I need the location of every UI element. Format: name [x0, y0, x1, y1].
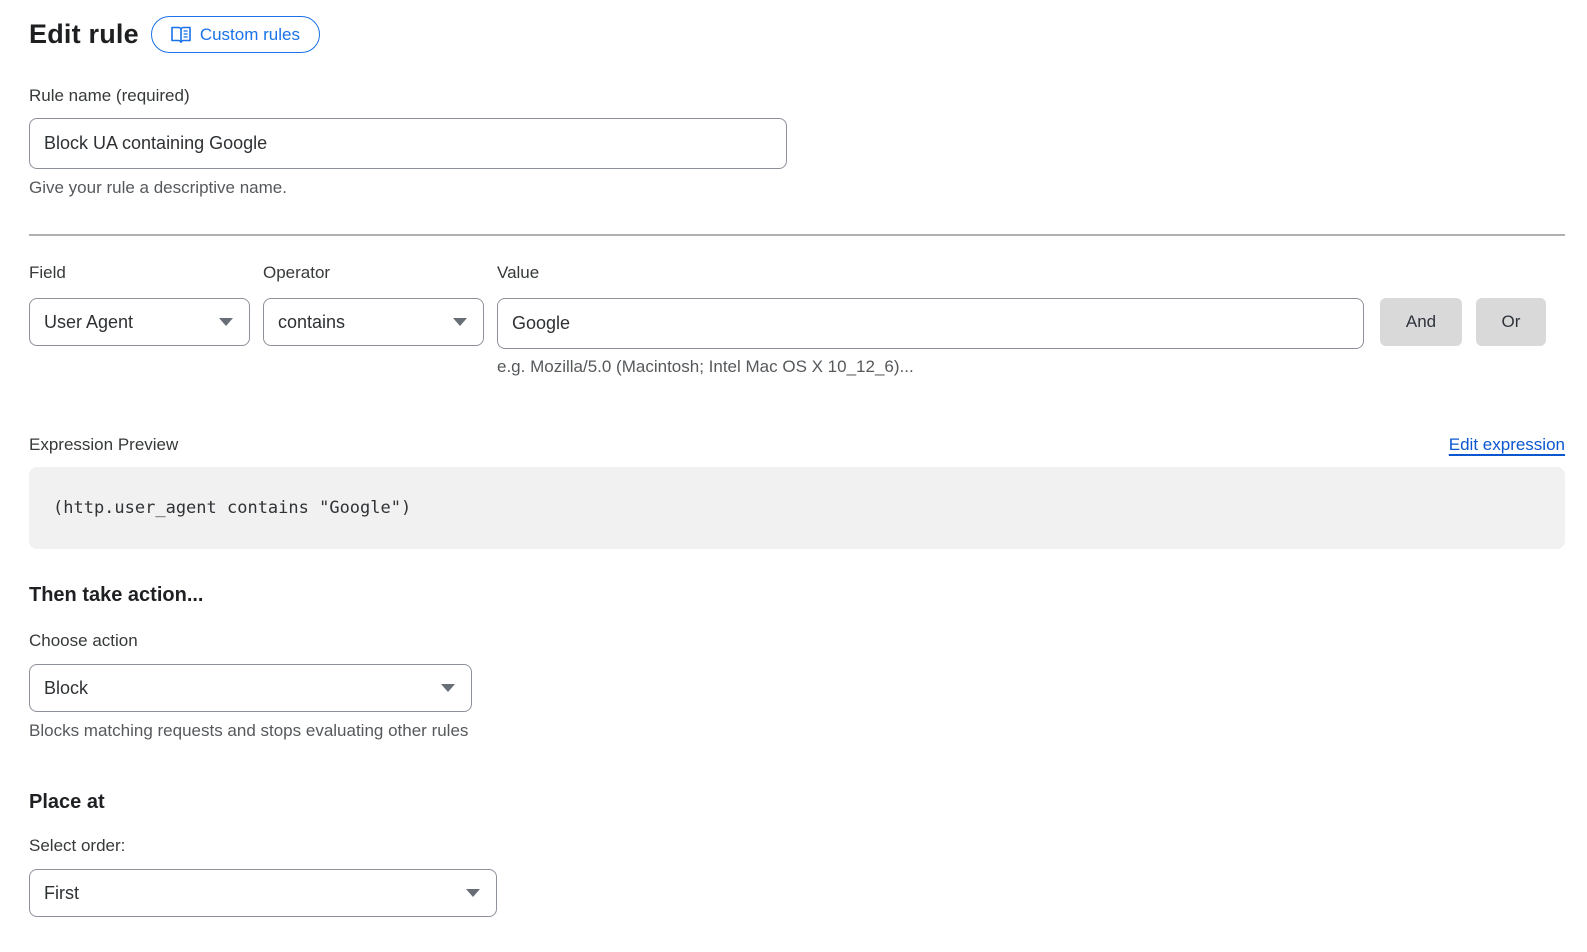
order-select[interactable]: First	[29, 869, 497, 917]
action-select[interactable]: Block	[29, 664, 472, 712]
value-label: Value	[497, 263, 1364, 283]
operator-select[interactable]: contains	[263, 298, 484, 346]
rule-name-input[interactable]	[29, 118, 787, 169]
rule-name-helper: Give your rule a descriptive name.	[29, 178, 1565, 198]
order-select-value: First	[44, 883, 79, 904]
page-header: Edit rule Custom rules	[29, 16, 1565, 53]
operator-label: Operator	[263, 263, 484, 283]
value-hint: e.g. Mozilla/5.0 (Macintosh; Intel Mac O…	[497, 357, 1364, 377]
chevron-down-icon	[219, 318, 233, 326]
expression-code-block: (http.user_agent contains "Google")	[29, 467, 1565, 549]
field-select-value: User Agent	[44, 312, 133, 333]
expression-header: Expression Preview Edit expression	[29, 435, 1565, 455]
placement-section: Place at Select order: First	[29, 791, 1565, 917]
operator-column: Operator contains	[263, 263, 484, 346]
chevron-down-icon	[441, 684, 455, 692]
page-title: Edit rule	[29, 19, 139, 50]
section-divider	[29, 234, 1565, 236]
action-select-value: Block	[44, 678, 88, 699]
value-column: Value e.g. Mozilla/5.0 (Macintosh; Intel…	[497, 263, 1364, 377]
custom-rules-button[interactable]: Custom rules	[151, 16, 320, 53]
edit-expression-link[interactable]: Edit expression	[1449, 435, 1565, 455]
action-helper: Blocks matching requests and stops evalu…	[29, 721, 1565, 741]
value-input[interactable]	[497, 298, 1364, 349]
expression-code: (http.user_agent contains "Google")	[53, 498, 411, 518]
choose-action-label: Choose action	[29, 631, 1565, 651]
action-heading: Then take action...	[29, 584, 1565, 607]
placement-heading: Place at	[29, 791, 1565, 814]
select-order-label: Select order:	[29, 836, 1565, 856]
field-select[interactable]: User Agent	[29, 298, 250, 346]
operator-select-value: contains	[278, 312, 345, 333]
condition-row: Field User Agent Operator contains Value…	[29, 263, 1565, 377]
expression-preview-label: Expression Preview	[29, 435, 178, 455]
field-column: Field User Agent	[29, 263, 250, 346]
chevron-down-icon	[466, 889, 480, 897]
custom-rules-label: Custom rules	[200, 25, 300, 45]
field-label: Field	[29, 263, 250, 283]
and-button[interactable]: And	[1380, 298, 1462, 346]
chevron-down-icon	[453, 318, 467, 326]
action-section: Then take action... Choose action Block …	[29, 584, 1565, 741]
rule-name-label: Rule name (required)	[29, 86, 190, 105]
open-book-icon	[171, 26, 191, 43]
edit-rule-page: Edit rule Custom rules Rule name (requir…	[0, 0, 1587, 917]
or-button[interactable]: Or	[1476, 298, 1546, 346]
rule-name-section: Rule name (required) Give your rule a de…	[29, 86, 1565, 198]
